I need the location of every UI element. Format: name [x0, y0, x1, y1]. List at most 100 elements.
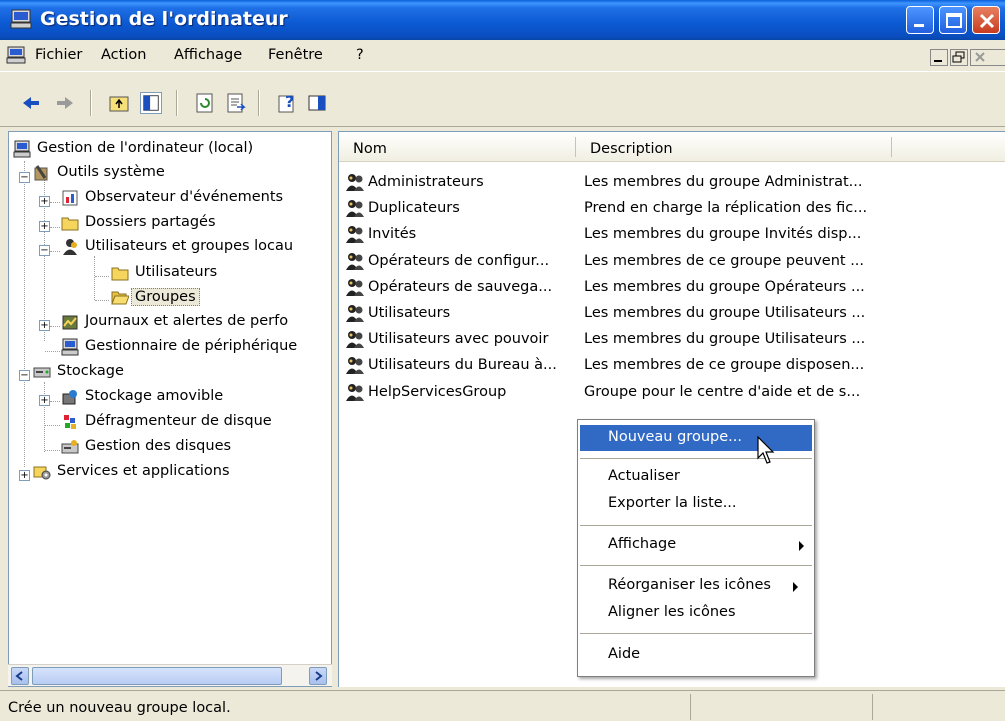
menu-item-aide[interactable]: Aide: [580, 642, 812, 668]
menu-fenetre[interactable]: Fenêtre: [268, 47, 323, 63]
back-icon[interactable]: [20, 92, 42, 114]
expand-toggle[interactable]: +: [39, 395, 50, 406]
menu-item-exporter[interactable]: Exporter la liste...: [580, 491, 812, 517]
refresh-icon[interactable]: [194, 92, 216, 114]
context-menu: Nouveau groupe... Actualiser Exporter la…: [577, 419, 815, 677]
device-manager-icon: [61, 338, 79, 356]
scroll-right-icon: [315, 671, 323, 681]
performance-logs-icon: [62, 315, 78, 330]
expand-toggle[interactable]: +: [19, 470, 30, 481]
group-description: Prend en charge la réplication des fic..…: [584, 200, 868, 217]
scroll-left-icon: [15, 671, 23, 681]
tree-line: [50, 326, 60, 327]
mmc-document-icon[interactable]: [6, 46, 26, 64]
tree-line: [45, 450, 60, 451]
tree-label: Utilisateurs: [135, 264, 218, 280]
storage-icon: [33, 367, 51, 378]
tree-line: [94, 256, 95, 300]
group-name: Utilisateurs: [368, 305, 451, 321]
expand-toggle[interactable]: +: [39, 221, 50, 232]
menu-item-label: Actualiser: [608, 468, 680, 484]
menu-affichage[interactable]: Affichage: [174, 47, 242, 63]
disk-management-icon: [61, 440, 79, 454]
tree-label: Observateur d'événements: [85, 189, 284, 205]
title-bar[interactable]: Gestion de l'ordinateur: [0, 0, 1005, 40]
tree-label: Groupes: [131, 288, 200, 306]
child-restore-button[interactable]: [950, 49, 968, 66]
forward-icon[interactable]: [54, 92, 76, 114]
help-icon[interactable]: ?: [276, 92, 298, 114]
menu-item-actualiser[interactable]: Actualiser: [580, 464, 812, 490]
group-name: Duplicateurs: [368, 200, 460, 217]
group-icon: [346, 252, 364, 270]
menu-help[interactable]: ?: [356, 47, 364, 63]
toolbar-separator: [176, 90, 178, 116]
status-panel: [690, 694, 870, 720]
event-viewer-icon: [62, 190, 78, 206]
group-description: Les membres de ce groupe disposen...: [584, 357, 865, 374]
show-hide-action-pane-icon[interactable]: [306, 92, 328, 114]
column-description[interactable]: Description: [590, 141, 673, 157]
scroll-left-button[interactable]: [11, 667, 29, 685]
submenu-arrow-icon: [793, 582, 798, 592]
tree-line: [50, 202, 60, 203]
maximize-button[interactable]: [939, 6, 967, 34]
menu-action[interactable]: Action: [101, 47, 146, 63]
export-list-icon[interactable]: [225, 92, 247, 114]
column-name[interactable]: Nom: [353, 141, 387, 157]
minimize-icon: [914, 24, 924, 27]
column-divider[interactable]: [575, 137, 576, 157]
console-tree[interactable]: Gestion de l'ordinateur (local) − Outils…: [8, 131, 332, 687]
child-minimize-button[interactable]: [930, 49, 948, 66]
menu-item-aligner[interactable]: Aligner les icônes: [580, 600, 812, 626]
submenu-arrow-icon: [799, 541, 804, 551]
group-icon: [346, 278, 364, 296]
show-hide-tree-icon[interactable]: [140, 92, 162, 114]
column-divider[interactable]: [891, 137, 892, 157]
tree-horizontal-scrollbar[interactable]: [8, 664, 332, 686]
collapse-toggle[interactable]: −: [39, 245, 50, 256]
minimize-button[interactable]: [906, 6, 934, 34]
group-name: Opérateurs de configur...: [368, 252, 550, 269]
menu-fichier[interactable]: Fichier: [35, 47, 82, 63]
tree-label: Journaux et alertes de perfo: [85, 313, 289, 329]
collapse-toggle[interactable]: −: [19, 370, 30, 381]
restore-icon: [952, 51, 965, 63]
collapse-toggle[interactable]: −: [19, 172, 30, 183]
tree-line: [44, 382, 45, 452]
tree-label: Gestion de l'ordinateur (local): [37, 140, 254, 156]
close-icon: [979, 13, 995, 29]
menu-item-label: Exporter la liste...: [608, 495, 737, 511]
close-button[interactable]: [972, 6, 1000, 34]
toolbar-separator: [258, 90, 260, 116]
menu-item-label: Affichage: [608, 536, 677, 552]
tree-line: [50, 227, 60, 228]
menu-item-label: Réorganiser les icônes: [608, 577, 771, 593]
up-folder-icon[interactable]: [108, 92, 130, 114]
menu-item-reorganiser[interactable]: Réorganiser les icônes: [580, 573, 812, 599]
tree-label: Défragmenteur de disque: [85, 413, 272, 429]
group-description: Les membres du groupe Opérateurs ...: [584, 278, 865, 295]
tree-line: [50, 251, 60, 252]
expand-toggle[interactable]: +: [39, 320, 50, 331]
open-folder-icon: [111, 291, 129, 305]
menu-bar: Fichier Action Affichage Fenêtre ?: [0, 40, 1005, 72]
group-description: Les membres du groupe Invités disp...: [584, 226, 862, 243]
group-icon: [346, 331, 364, 349]
group-name: Utilisateurs avec pouvoir: [368, 331, 549, 348]
tree-label: Utilisateurs et groupes locau: [85, 238, 294, 254]
group-icon: [346, 226, 364, 244]
tree-label: Gestion des disques: [85, 438, 232, 454]
menu-item-affichage[interactable]: Affichage: [580, 532, 812, 558]
menu-item-label: Aide: [608, 646, 641, 662]
folder-icon: [111, 267, 129, 281]
group-icon: [346, 357, 364, 375]
tree-label: Stockage amovible: [85, 388, 224, 404]
group-icon: [346, 383, 364, 401]
group-description: Les membres de ce groupe peuvent ...: [584, 252, 865, 269]
child-close-button[interactable]: [970, 49, 1005, 66]
tree-label: Gestionnaire de périphérique: [85, 338, 298, 354]
scroll-thumb[interactable]: [32, 667, 282, 685]
scroll-right-button[interactable]: [309, 667, 327, 685]
expand-toggle[interactable]: +: [39, 196, 50, 207]
